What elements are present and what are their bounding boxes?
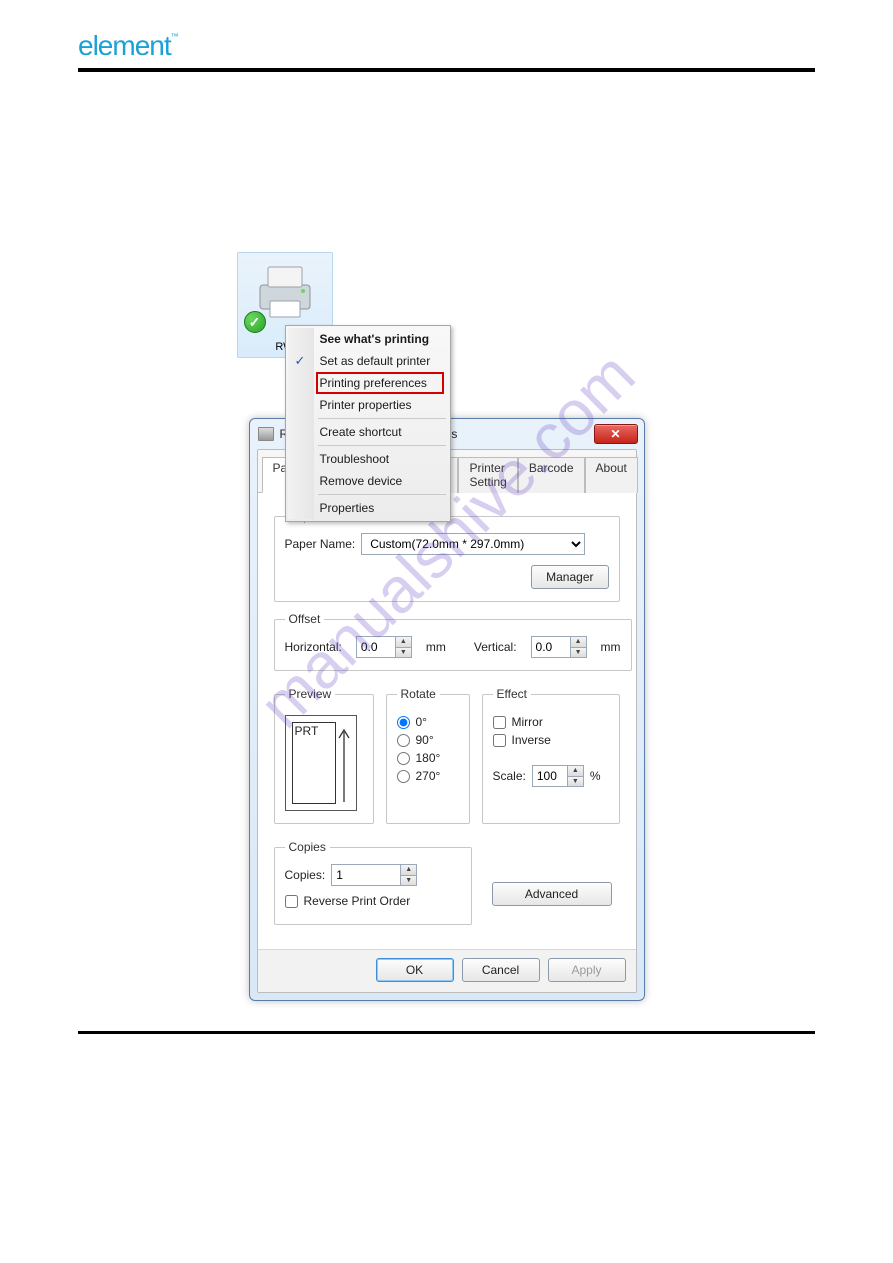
header-rule bbox=[78, 68, 815, 72]
menu-properties[interactable]: Properties bbox=[288, 497, 448, 519]
spin-down-icon[interactable]: ▼ bbox=[396, 647, 411, 658]
vertical-label: Vertical: bbox=[474, 640, 517, 654]
preview-legend: Preview bbox=[285, 687, 336, 701]
scale-unit: % bbox=[590, 769, 601, 783]
horizontal-input[interactable] bbox=[356, 636, 396, 658]
effect-legend: Effect bbox=[493, 687, 531, 701]
tab-about[interactable]: About bbox=[585, 457, 638, 493]
paper-name-select[interactable]: Custom(72.0mm * 297.0mm) bbox=[361, 533, 585, 555]
preview-group: Preview PRT bbox=[274, 687, 374, 824]
check-icon: ✓ bbox=[295, 353, 306, 369]
rotate-270[interactable]: 270° bbox=[397, 769, 459, 783]
brand-logo: element™ bbox=[78, 30, 815, 62]
reverse-print-checkbox[interactable]: Reverse Print Order bbox=[285, 894, 461, 908]
vertical-input[interactable] bbox=[531, 636, 571, 658]
horizontal-stepper[interactable]: ▲▼ bbox=[356, 636, 412, 658]
vertical-stepper[interactable]: ▲▼ bbox=[531, 636, 587, 658]
menu-separator bbox=[318, 494, 446, 495]
manager-button[interactable]: Manager bbox=[531, 565, 608, 589]
printer-context-menu: See what's printing ✓ Set as default pri… bbox=[285, 325, 451, 522]
close-icon: ✕ bbox=[610, 427, 620, 441]
preview-box: PRT bbox=[285, 715, 357, 811]
copies-label: Copies: bbox=[285, 868, 326, 882]
tab-panel-page: Paper Paper Name: Custom(72.0mm * 297.0m… bbox=[258, 493, 636, 949]
menu-see-whats-printing[interactable]: See what's printing bbox=[288, 328, 448, 350]
horizontal-label: Horizontal: bbox=[285, 640, 342, 654]
spin-down-icon[interactable]: ▼ bbox=[571, 647, 586, 658]
arrow-up-icon bbox=[338, 724, 350, 804]
brand-name: element bbox=[78, 30, 171, 61]
advanced-button[interactable]: Advanced bbox=[492, 882, 612, 906]
spin-down-icon[interactable]: ▼ bbox=[401, 875, 416, 886]
mirror-checkbox[interactable]: Mirror bbox=[493, 715, 609, 729]
default-check-icon: ✓ bbox=[244, 311, 266, 333]
menu-set-default[interactable]: ✓ Set as default printer bbox=[288, 350, 448, 372]
rotate-legend: Rotate bbox=[397, 687, 440, 701]
spin-up-icon[interactable]: ▲ bbox=[396, 637, 411, 647]
vertical-unit: mm bbox=[601, 640, 621, 654]
horizontal-unit: mm bbox=[426, 640, 446, 654]
rotate-180[interactable]: 180° bbox=[397, 751, 459, 765]
spin-up-icon[interactable]: ▲ bbox=[401, 865, 416, 875]
offset-group: Offset Horizontal: ▲▼ mm Vertical: bbox=[274, 612, 632, 671]
scale-label: Scale: bbox=[493, 769, 526, 783]
footer-rule bbox=[78, 1031, 815, 1034]
paper-group: Paper Paper Name: Custom(72.0mm * 297.0m… bbox=[274, 509, 620, 602]
spin-down-icon[interactable]: ▼ bbox=[568, 776, 583, 787]
copies-input[interactable] bbox=[331, 864, 401, 886]
rotate-90[interactable]: 90° bbox=[397, 733, 459, 747]
rotate-0[interactable]: 0° bbox=[397, 715, 459, 729]
paper-name-label: Paper Name: bbox=[285, 537, 356, 551]
menu-create-shortcut[interactable]: Create shortcut bbox=[288, 421, 448, 443]
printer-title-icon bbox=[258, 427, 274, 441]
menu-printing-preferences[interactable]: Printing preferences bbox=[288, 372, 448, 394]
menu-printer-properties[interactable]: Printer properties bbox=[288, 394, 448, 416]
apply-button[interactable]: Apply bbox=[548, 958, 626, 982]
scale-stepper[interactable]: ▲▼ bbox=[532, 765, 584, 787]
effect-group: Effect Mirror Inverse Scale: ▲▼ % bbox=[482, 687, 620, 824]
copies-stepper[interactable]: ▲▼ bbox=[331, 864, 417, 886]
menu-remove-device[interactable]: Remove device bbox=[288, 470, 448, 492]
tab-barcode[interactable]: Barcode bbox=[518, 457, 585, 493]
inverse-checkbox[interactable]: Inverse bbox=[493, 733, 609, 747]
menu-troubleshoot[interactable]: Troubleshoot bbox=[288, 448, 448, 470]
close-button[interactable]: ✕ bbox=[594, 424, 638, 444]
trademark: ™ bbox=[171, 32, 178, 41]
rotate-group: Rotate 0° 90° 180° 270° bbox=[386, 687, 470, 824]
spin-up-icon[interactable]: ▲ bbox=[568, 766, 583, 776]
preview-stamp: PRT bbox=[292, 722, 336, 804]
ok-button[interactable]: OK bbox=[376, 958, 454, 982]
offset-legend: Offset bbox=[285, 612, 325, 626]
copies-group: Copies Copies: ▲▼ Reverse Print Order bbox=[274, 840, 472, 925]
spin-up-icon[interactable]: ▲ bbox=[571, 637, 586, 647]
tab-printer-setting[interactable]: Printer Setting bbox=[458, 457, 517, 493]
scale-input[interactable] bbox=[532, 765, 568, 787]
cancel-button[interactable]: Cancel bbox=[462, 958, 540, 982]
menu-separator bbox=[318, 418, 446, 419]
menu-separator bbox=[318, 445, 446, 446]
copies-legend: Copies bbox=[285, 840, 330, 854]
dialog-button-bar: OK Cancel Apply bbox=[258, 949, 636, 992]
